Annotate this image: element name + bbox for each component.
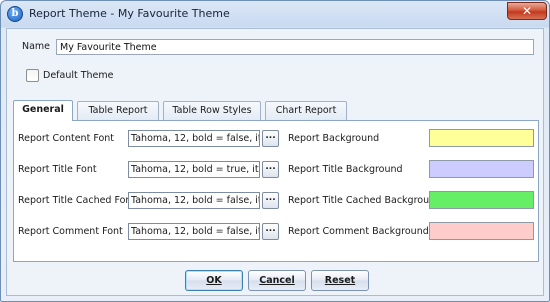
report-title-background-label: Report Title Background xyxy=(288,164,403,175)
dialog-body: Name Default Theme General Table Report … xyxy=(6,28,544,296)
tab-table-row-styles[interactable]: Table Row Styles xyxy=(163,101,261,120)
tab-table-report[interactable]: Table Report xyxy=(77,101,159,120)
tab-general-label: General xyxy=(22,104,64,115)
report-title-cached-font-label: Report Title Cached Font xyxy=(18,195,136,206)
name-input[interactable] xyxy=(56,39,534,55)
report-comment-background-label: Report Comment Background xyxy=(288,226,429,237)
report-title-font-field[interactable]: Tahoma, 12, bold = true, italic = false xyxy=(128,161,260,178)
report-background-swatch[interactable] xyxy=(429,129,534,147)
ok-button[interactable]: OK xyxy=(185,270,243,291)
tab-table-row-styles-label: Table Row Styles xyxy=(172,105,252,116)
report-content-font-browse-button[interactable]: ... xyxy=(262,130,279,147)
app-logo-icon: b xyxy=(7,6,23,22)
name-label: Name xyxy=(22,41,51,52)
close-icon: ✕ xyxy=(521,4,533,18)
tab-chart-report-label: Chart Report xyxy=(275,105,337,116)
report-title-cached-background-swatch[interactable] xyxy=(429,191,534,209)
report-theme-dialog: b Report Theme - My Favourite Theme ✕ Na… xyxy=(0,0,550,302)
report-comment-background-swatch[interactable] xyxy=(429,222,534,240)
report-background-label: Report Background xyxy=(288,133,380,144)
report-content-font-field[interactable]: Tahoma, 12, bold = false, italic = false xyxy=(128,130,260,147)
report-title-background-swatch[interactable] xyxy=(429,160,534,178)
window-title: Report Theme - My Favourite Theme xyxy=(29,7,230,20)
cancel-button[interactable]: Cancel xyxy=(248,270,306,291)
report-title-cached-font-browse-button[interactable]: ... xyxy=(262,192,279,209)
default-theme-label[interactable]: Default Theme xyxy=(43,70,114,81)
report-title-cached-font-field[interactable]: Tahoma, 12, bold = false, italic = false xyxy=(128,192,260,209)
tab-strip: General Table Report Table Row Styles Ch… xyxy=(13,100,543,121)
tab-table-report-label: Table Report xyxy=(88,105,148,116)
title-bar[interactable]: b Report Theme - My Favourite Theme ✕ xyxy=(1,1,549,28)
report-comment-font-label: Report Comment Font xyxy=(18,226,123,237)
reset-button[interactable]: Reset xyxy=(311,270,369,291)
report-comment-font-browse-button[interactable]: ... xyxy=(262,223,279,240)
tab-general[interactable]: General xyxy=(13,100,73,121)
close-button[interactable]: ✕ xyxy=(507,2,547,20)
report-title-font-label: Report Title Font xyxy=(18,164,97,175)
default-theme-checkbox[interactable] xyxy=(26,69,39,82)
report-title-cached-background-label: Report Title Cached Background xyxy=(288,195,442,206)
tab-chart-report[interactable]: Chart Report xyxy=(265,101,347,120)
report-title-font-browse-button[interactable]: ... xyxy=(262,161,279,178)
report-content-font-label: Report Content Font xyxy=(18,133,114,144)
general-tab-panel: Report Content Font Tahoma, 12, bold = f… xyxy=(13,120,539,262)
report-comment-font-field[interactable]: Tahoma, 12, bold = false, italic = false xyxy=(128,223,260,240)
